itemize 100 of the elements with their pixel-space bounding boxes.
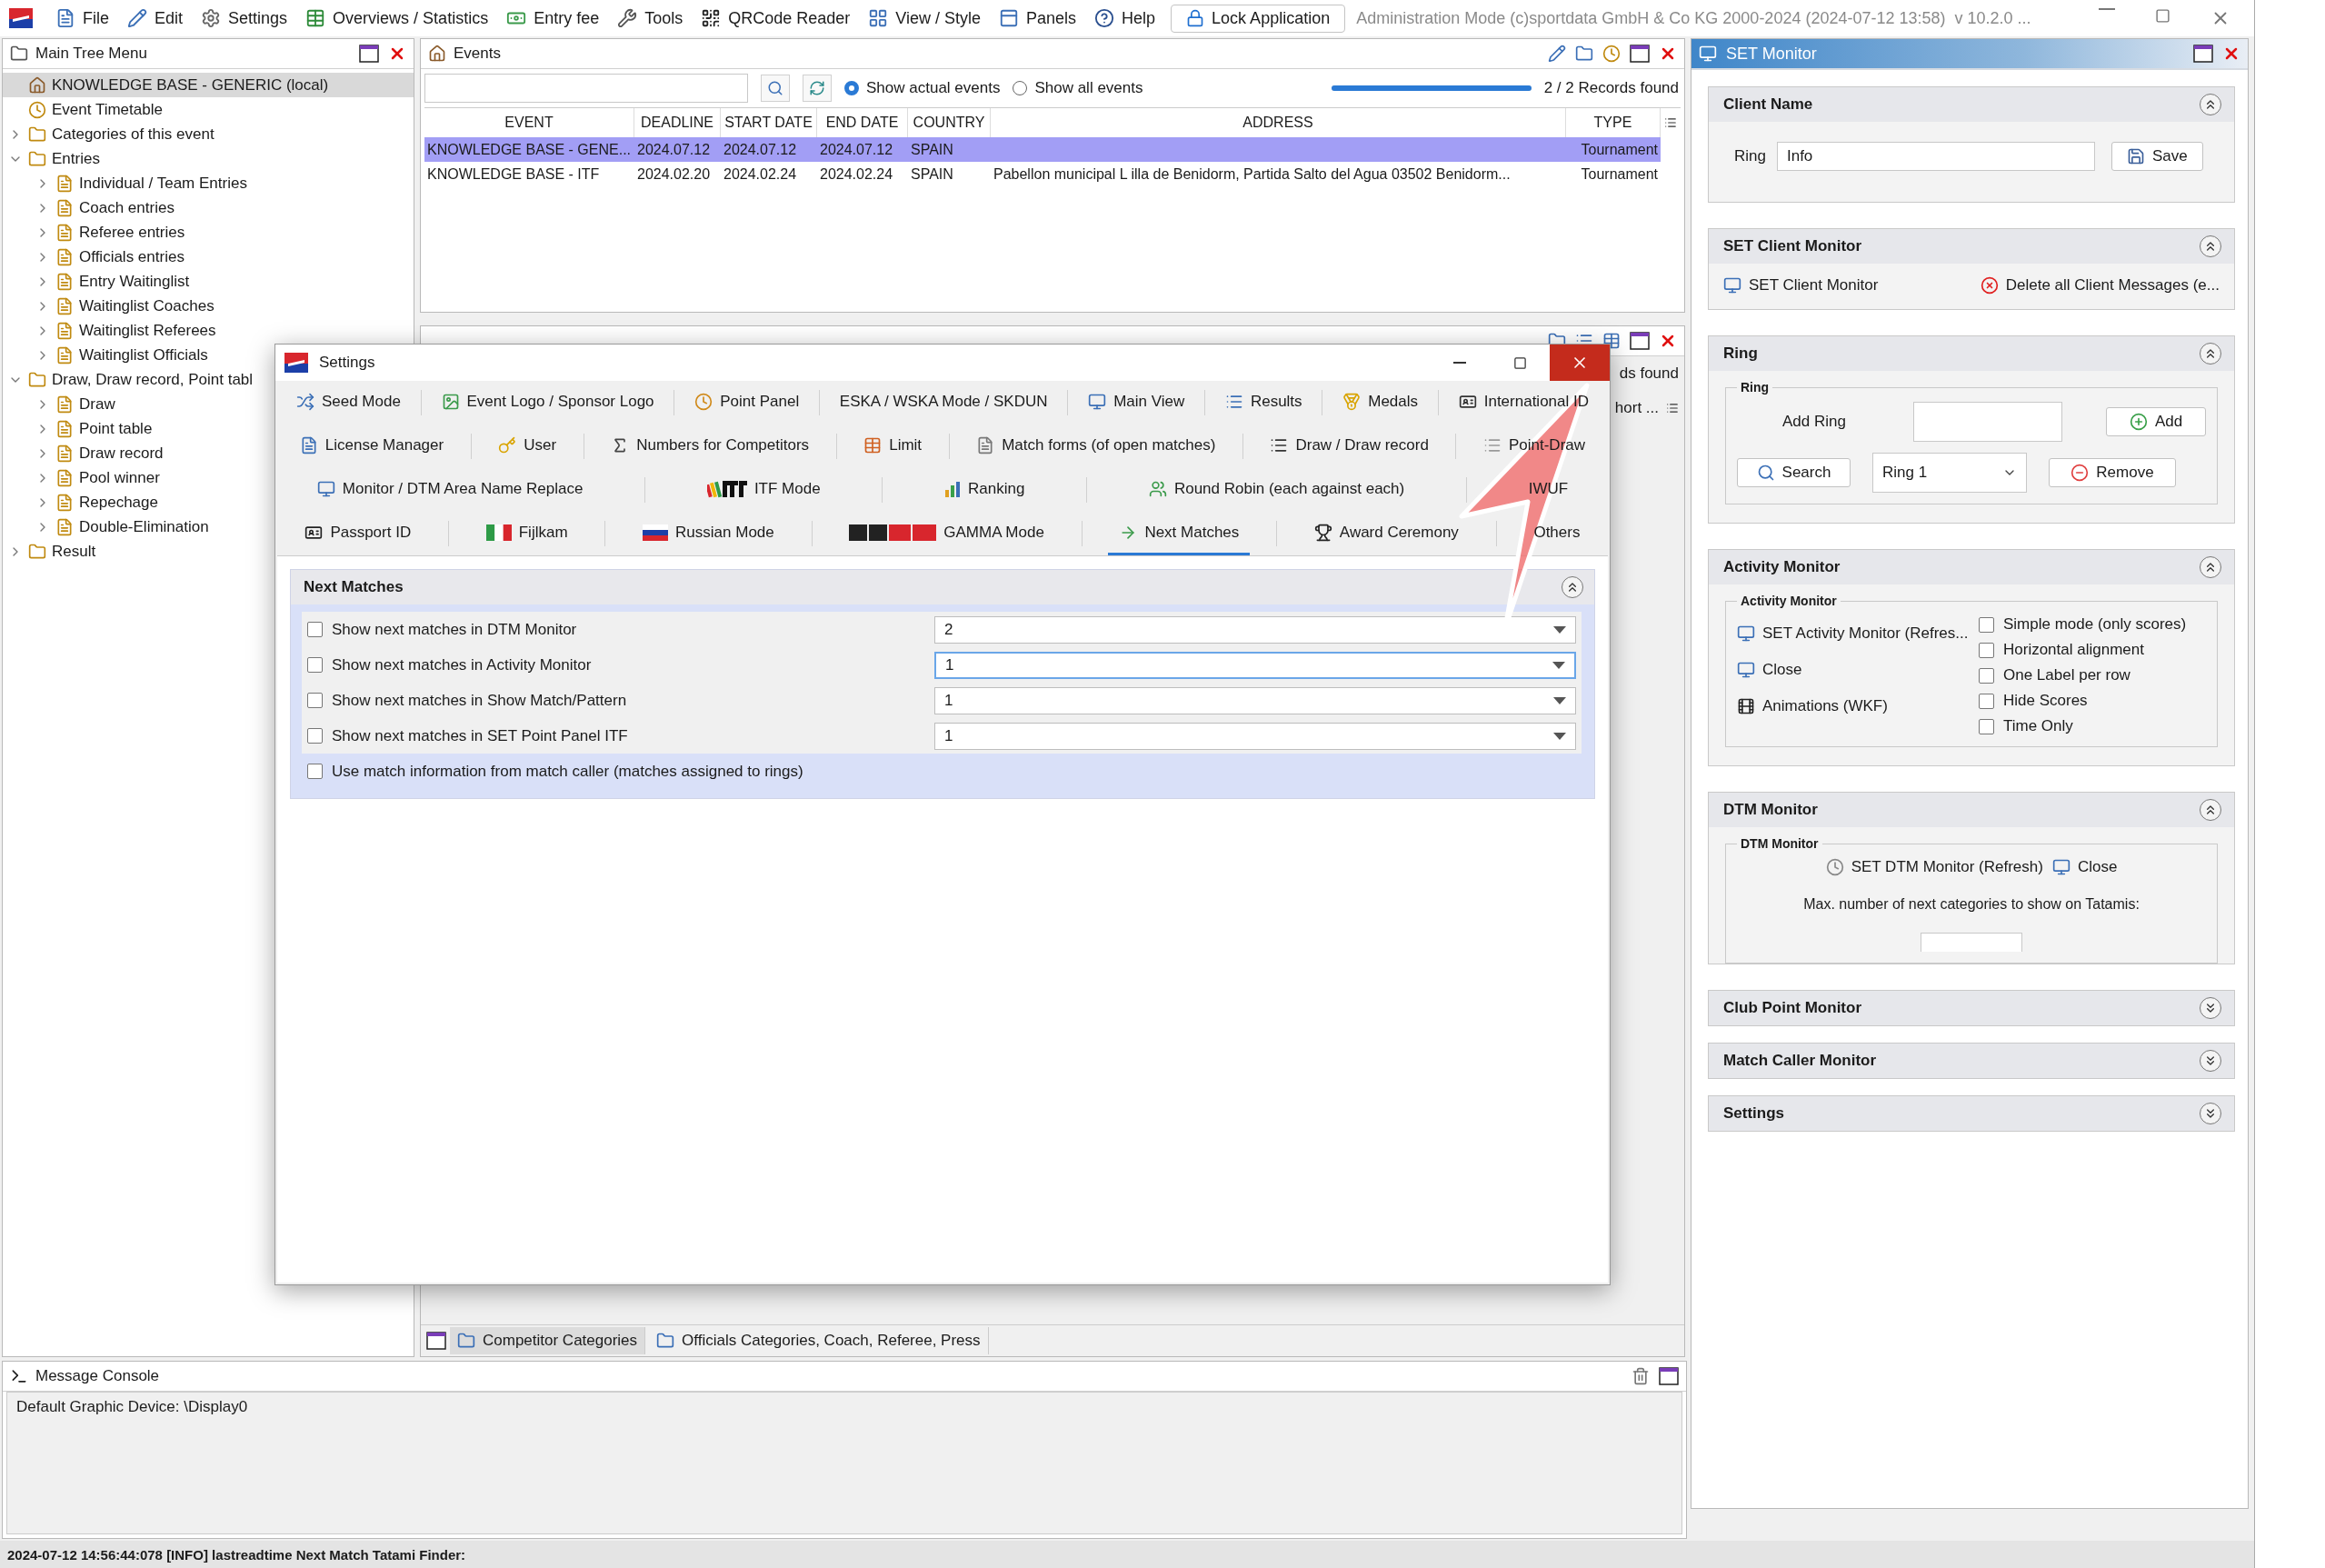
collapse-button[interactable] (2200, 94, 2221, 115)
menu-item[interactable]: Tools (609, 5, 692, 32)
tree-item[interactable]: Individual / Team Entries (3, 171, 414, 195)
option-checkbox[interactable]: Horizontal alignment (1979, 641, 2206, 659)
settings-tab[interactable]: User (487, 424, 568, 468)
tree-item[interactable]: Entry Waitinglist (3, 269, 414, 294)
option-checkbox[interactable]: One Label per row (1979, 666, 2206, 684)
menu-item[interactable]: QRCode Reader (693, 5, 859, 32)
menu-item[interactable]: Edit (119, 5, 192, 32)
settings-tab[interactable]: Medals (1332, 381, 1430, 424)
table-cell[interactable]: 2024.07.12 (817, 137, 908, 162)
lock-button[interactable]: Lock Application (1171, 4, 1346, 33)
menu-item[interactable]: Settings (193, 5, 296, 32)
tree-item[interactable]: KNOWLEDGE BASE - GENERIC (local) (3, 73, 414, 97)
search-field[interactable] (424, 74, 748, 103)
settings-tab[interactable]: Point Panel (684, 381, 811, 424)
search-button[interactable]: Search (1737, 458, 1851, 487)
clock-icon[interactable] (1602, 45, 1621, 63)
tree-item[interactable]: Event Timetable (3, 97, 414, 122)
table-cell[interactable]: 2024.02.24 (721, 162, 817, 186)
option-checkbox[interactable]: Show next matches in SET Point Panel ITF (307, 726, 934, 745)
settings-tab[interactable]: Point-Draw (1472, 424, 1597, 468)
count-select[interactable]: 1 (934, 686, 1576, 714)
collapse-button[interactable] (2200, 997, 2221, 1019)
collapse-button[interactable] (2200, 799, 2221, 821)
dtm-monitor-link[interactable]: SET DTM Monitor (Refresh) (1825, 858, 2043, 876)
option-checkbox[interactable]: Show next matches in DTM Monitor (307, 620, 934, 639)
count-select[interactable]: 1 (934, 722, 1576, 750)
collapse-button[interactable] (2200, 1103, 2221, 1124)
tree-item[interactable]: Entries (3, 146, 414, 171)
collapse-button[interactable] (2200, 235, 2221, 257)
settings-tab[interactable]: Russian Mode (632, 512, 785, 555)
menu-item[interactable]: Help (1086, 5, 1164, 32)
collapse-button[interactable] (1562, 576, 1583, 598)
option-checkbox[interactable]: Time Only (1979, 717, 2206, 735)
settings-tab[interactable]: Award Ceremony (1302, 512, 1470, 555)
settings-tab[interactable]: Draw / Draw record (1259, 424, 1440, 468)
menu-item[interactable]: Entry fee (498, 5, 608, 32)
settings-tab[interactable]: Others (1522, 512, 1592, 555)
settings-tab[interactable]: Main View (1077, 381, 1196, 424)
table-cell[interactable]: KNOWLEDGE BASE - GENE... (424, 137, 634, 162)
add-ring-field[interactable] (1913, 402, 2062, 442)
tree-item[interactable]: Waitinglist Referees (3, 318, 414, 343)
collapse-button[interactable] (2200, 343, 2221, 365)
count-field[interactable] (1921, 933, 2022, 952)
settings-tab[interactable]: Seed Mode (284, 381, 412, 424)
table-cell[interactable]: SPAIN (908, 162, 991, 186)
table-cell[interactable]: Tournament (1566, 162, 1661, 186)
settings-tab[interactable]: Results (1213, 381, 1313, 424)
folder-icon[interactable] (1575, 45, 1593, 63)
client-monitor-link[interactable]: SET Client Monitor (1723, 276, 1879, 295)
table-cell[interactable]: 2024.07.12 (634, 137, 721, 162)
ring-name-field[interactable]: Info (1776, 142, 2095, 171)
count-select[interactable]: 2 (934, 615, 1576, 644)
tree-item[interactable]: Waitinglist Coaches (3, 294, 414, 318)
window-icon[interactable] (1659, 1367, 1679, 1385)
settings-tab[interactable]: Ranking (933, 468, 1036, 512)
menu-item[interactable]: File (47, 5, 117, 32)
settings-tab[interactable]: GAMMA Mode (838, 512, 1055, 555)
close-link[interactable]: Close (2051, 858, 2118, 876)
settings-tab[interactable]: Event Logo / Sponsor Logo (430, 381, 665, 424)
option-checkbox[interactable]: Show next matches in Show Match/Pattern (307, 691, 934, 710)
table-cell[interactable]: Tournament (1566, 137, 1661, 162)
add-button[interactable]: Add (2106, 407, 2206, 436)
table-cell[interactable]: 2024.02.24 (817, 162, 908, 186)
count-select[interactable]: 1 (934, 651, 1576, 679)
option-checkbox[interactable]: Use match information from match caller (matches assigned to rings) (307, 762, 934, 781)
collapse-button[interactable] (2200, 556, 2221, 578)
settings-tab[interactable]: International ID (1447, 381, 1600, 424)
trash-icon[interactable] (1631, 1367, 1650, 1385)
save-button[interactable]: Save (2110, 142, 2203, 171)
refresh-button[interactable] (803, 75, 832, 102)
tree-item[interactable]: Coach entries (3, 195, 414, 220)
table-cell[interactable]: 2024.07.12 (721, 137, 817, 162)
close-button[interactable] (1550, 345, 1610, 381)
settings-tab[interactable]: Limit (853, 424, 933, 468)
collapse-button[interactable] (2200, 1050, 2221, 1072)
panel-tab[interactable]: Competitor Categories (450, 1327, 646, 1354)
settings-tab[interactable]: Numbers for Competitors (600, 424, 821, 468)
menu-item[interactable]: Overviews / Statistics (297, 5, 497, 32)
search-button[interactable] (761, 75, 790, 102)
window-icon[interactable] (426, 1332, 446, 1350)
settings-tab[interactable]: ITF Mode (695, 468, 832, 512)
monitor-action-link[interactable]: SET Activity Monitor (Refres... (1737, 624, 1973, 643)
monitor-action-link[interactable]: Animations (WKF) (1737, 697, 1973, 715)
table-cell[interactable]: SPAIN (908, 137, 991, 162)
filter-radio[interactable]: Show actual events (844, 79, 1001, 97)
column-chooser-icon[interactable] (1666, 402, 1679, 414)
window-icon[interactable] (2193, 45, 2213, 63)
settings-tab[interactable]: ESKA / WSKA Mode / SKDUN (828, 381, 1059, 424)
option-checkbox[interactable]: Show next matches in Activity Monitor (307, 655, 934, 674)
settings-tab[interactable]: Round Robin (each against each) (1137, 468, 1416, 512)
window-icon[interactable] (1630, 45, 1650, 63)
menu-item[interactable]: Panels (991, 5, 1085, 32)
window-icon[interactable] (1630, 332, 1650, 350)
window-icon[interactable] (359, 45, 379, 63)
remove-button[interactable]: Remove (2049, 458, 2176, 487)
tree-item[interactable]: Categories of this event (3, 122, 414, 146)
panel-tab[interactable]: Officials Categories, Coach, Referee, Press (649, 1327, 989, 1354)
edit-icon[interactable] (1548, 45, 1566, 63)
